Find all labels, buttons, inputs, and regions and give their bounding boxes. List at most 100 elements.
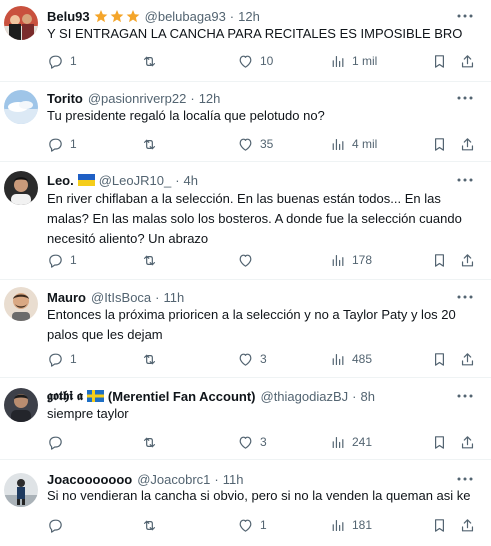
user-handle[interactable]: @belubaga93 bbox=[145, 9, 226, 24]
more-dots-icon[interactable] bbox=[457, 471, 473, 487]
retweet-button[interactable] bbox=[141, 134, 164, 154]
reply-button[interactable] bbox=[47, 515, 70, 535]
bookmark-button[interactable] bbox=[431, 250, 448, 270]
tweet[interactable]: Joacooooooo @Joacobrc1 · 11h Si no vendi… bbox=[0, 460, 491, 546]
timestamp[interactable]: 4h bbox=[184, 173, 198, 188]
views-button[interactable]: 485 bbox=[329, 349, 372, 369]
tweet-text: Entonces la próxima prioricen a la selec… bbox=[47, 307, 456, 342]
retweet-button[interactable] bbox=[141, 51, 164, 71]
views-button[interactable]: 178 bbox=[329, 250, 372, 270]
reply-button[interactable] bbox=[47, 432, 70, 452]
reply-icon bbox=[49, 519, 62, 533]
share-button[interactable] bbox=[459, 134, 476, 154]
retweet-button[interactable] bbox=[141, 515, 164, 535]
avatar[interactable] bbox=[4, 90, 38, 124]
user-handle[interactable]: @Joacobrc1 bbox=[137, 472, 210, 487]
bookmark-button[interactable] bbox=[431, 515, 448, 535]
share-button[interactable] bbox=[459, 349, 476, 369]
share-button[interactable] bbox=[459, 515, 476, 535]
reply-button[interactable]: 1 bbox=[47, 134, 77, 154]
view-count: 178 bbox=[352, 253, 373, 267]
share-button[interactable] bbox=[459, 250, 476, 270]
views-button[interactable]: 1 mil bbox=[329, 51, 377, 71]
more-dots-icon[interactable] bbox=[457, 90, 473, 106]
avatar[interactable] bbox=[4, 287, 38, 321]
display-name[interactable]: Mauro bbox=[47, 290, 86, 305]
display-name[interactable]: Belu93 bbox=[47, 9, 90, 24]
display-name[interactable]: Leo. bbox=[47, 173, 74, 188]
display-name[interactable]: Joacooooooo bbox=[47, 472, 132, 487]
avatar[interactable] bbox=[4, 473, 38, 507]
tweet[interactable]: Leo. @LeoJR10_ · 4h En river chiflaban a… bbox=[0, 162, 491, 280]
avatar[interactable] bbox=[4, 6, 38, 40]
tweet[interactable]: Mauro @ItIsBoca · 11h Entonces la próxim… bbox=[0, 280, 491, 378]
retweet-button[interactable] bbox=[141, 250, 164, 270]
user-handle[interactable]: @thiagodiazBJ bbox=[261, 389, 349, 404]
reply-feed: Belu93 @belubaga93 · 12h Y SI ENTRAGAN L… bbox=[0, 0, 491, 546]
reply-button[interactable]: 1 bbox=[47, 349, 77, 369]
display-name[interactable]: 𝖌𝖔𝖙𝖍𝖎 𝖆 bbox=[47, 388, 83, 404]
share-button[interactable] bbox=[459, 51, 476, 71]
tweet[interactable]: Torito @pasionriverp22 · 12h Tu presiden… bbox=[0, 82, 491, 162]
reply-button[interactable]: 1 bbox=[47, 51, 77, 71]
bookmark-button[interactable] bbox=[431, 134, 448, 154]
more-dots-icon[interactable] bbox=[457, 8, 473, 24]
reply-count: 1 bbox=[70, 54, 77, 68]
timestamp[interactable]: 12h bbox=[199, 91, 221, 106]
like-button[interactable]: 1 bbox=[237, 515, 267, 535]
retweet-icon bbox=[143, 255, 156, 265]
action-bar: 3 241 bbox=[47, 432, 487, 452]
action-bar: 1 178 bbox=[47, 250, 487, 270]
views-button[interactable]: 181 bbox=[329, 515, 372, 535]
bookmark-icon bbox=[435, 352, 444, 366]
stars-badge bbox=[94, 9, 141, 24]
display-name-suffix[interactable]: (Merentiel Fan Account) bbox=[108, 389, 256, 404]
reply-button[interactable]: 1 bbox=[47, 250, 77, 270]
like-button[interactable]: 3 bbox=[237, 432, 267, 452]
views-chart-icon bbox=[332, 138, 344, 150]
view-count: 4 mil bbox=[352, 137, 378, 151]
views-button[interactable]: 241 bbox=[329, 432, 372, 452]
user-handle[interactable]: @LeoJR10_ bbox=[99, 173, 171, 188]
timestamp[interactable]: 8h bbox=[360, 389, 374, 404]
heart-icon bbox=[239, 138, 252, 151]
timestamp[interactable]: 12h bbox=[238, 9, 260, 24]
retweet-icon bbox=[143, 520, 156, 530]
views-chart-icon bbox=[332, 436, 344, 448]
timestamp[interactable]: 11h bbox=[164, 290, 185, 305]
tweet-header: Mauro @ItIsBoca · 11h bbox=[47, 287, 184, 307]
avatar[interactable] bbox=[4, 388, 38, 422]
like-button[interactable]: 3 bbox=[237, 349, 267, 369]
view-count: 241 bbox=[352, 435, 373, 449]
retweet-button[interactable] bbox=[141, 432, 164, 452]
like-button[interactable]: 10 bbox=[237, 51, 273, 71]
tweet-text: siempre taylor bbox=[47, 406, 129, 421]
share-icon bbox=[461, 435, 474, 448]
bookmark-icon bbox=[435, 518, 444, 532]
avatar[interactable] bbox=[4, 171, 38, 205]
action-bar: 1 3 485 bbox=[47, 349, 487, 369]
retweet-button[interactable] bbox=[141, 349, 164, 369]
separator-dot: · bbox=[229, 8, 235, 24]
like-button[interactable] bbox=[237, 250, 260, 270]
action-bar: 1 35 4 mil bbox=[47, 134, 487, 154]
timestamp[interactable]: 11h bbox=[223, 472, 244, 487]
share-button[interactable] bbox=[459, 432, 476, 452]
like-button[interactable]: 35 bbox=[237, 134, 273, 154]
share-icon bbox=[461, 253, 474, 266]
user-handle[interactable]: @ItIsBoca bbox=[91, 290, 151, 305]
reply-count: 1 bbox=[70, 352, 77, 366]
more-dots-icon[interactable] bbox=[457, 289, 473, 305]
tweet[interactable]: Belu93 @belubaga93 · 12h Y SI ENTRAGAN L… bbox=[0, 0, 491, 82]
user-handle[interactable]: @pasionriverp22 bbox=[88, 91, 186, 106]
bookmark-button[interactable] bbox=[431, 432, 448, 452]
tweet-header: 𝖌𝖔𝖙𝖍𝖎 𝖆 (Merentiel Fan Account) @thiagod… bbox=[47, 386, 375, 406]
display-name[interactable]: Torito bbox=[47, 91, 83, 106]
views-button[interactable]: 4 mil bbox=[329, 134, 377, 154]
more-dots-icon[interactable] bbox=[457, 388, 473, 404]
bookmark-button[interactable] bbox=[431, 51, 448, 71]
tweet[interactable]: 𝖌𝖔𝖙𝖍𝖎 𝖆 (Merentiel Fan Account) @thiagod… bbox=[0, 378, 491, 460]
bookmark-button[interactable] bbox=[431, 349, 448, 369]
more-dots-icon[interactable] bbox=[457, 172, 473, 188]
bookmark-icon bbox=[435, 435, 444, 449]
